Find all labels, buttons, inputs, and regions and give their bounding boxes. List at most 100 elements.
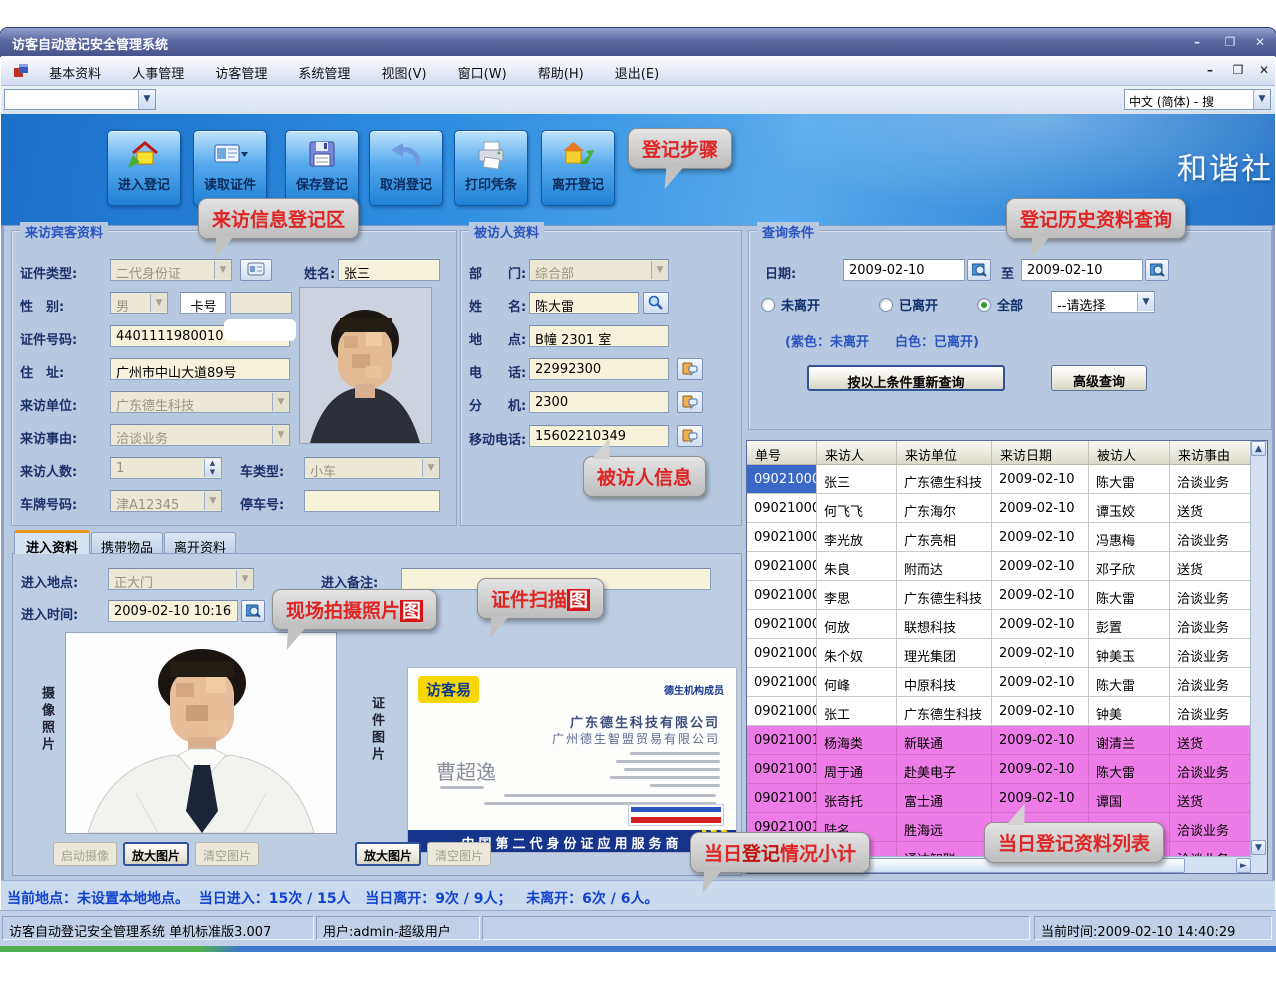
search-person-button[interactable]	[643, 292, 669, 314]
table-row[interactable]: 090210004朱良附而达2009-02-10邓子欣送货	[747, 552, 1251, 581]
table-cell: 送货	[1170, 726, 1251, 755]
ext-label: 分 机:	[469, 395, 526, 414]
visitor-name-field[interactable]: 张三	[338, 259, 440, 281]
calendar-picker-icon[interactable]	[1145, 259, 1169, 281]
entry-time-field[interactable]: 2009-02-10 10:16	[108, 600, 238, 622]
start-camera-button[interactable]: 启动摄像	[53, 842, 117, 866]
filter-select[interactable]: --请选择▼	[1051, 291, 1155, 313]
plate-select[interactable]: 津A12345▼	[110, 490, 222, 512]
table-cell: 2009-02-10	[992, 755, 1089, 784]
parking-field[interactable]	[304, 490, 440, 512]
vehicle-type-select[interactable]: 小车▼	[304, 457, 440, 479]
col-header-company[interactable]: 来访单位	[897, 441, 992, 464]
card-no-field[interactable]	[230, 292, 292, 314]
menu-visitor[interactable]: 访客管理	[202, 56, 280, 86]
menu-view[interactable]: 视图(V)	[369, 56, 440, 86]
menu-exit[interactable]: 退出(E)	[602, 56, 672, 86]
col-header-id[interactable]: 单号	[747, 441, 817, 464]
phone-field[interactable]: 22992300	[529, 358, 669, 380]
menu-hr[interactable]: 人事管理	[119, 56, 197, 86]
table-row[interactable]: 090210002何飞飞广东海尔2009-02-10谭玉姣送货	[747, 494, 1251, 523]
table-cell: 090210005	[747, 581, 817, 610]
mdi-close-icon[interactable]: ✕	[1253, 63, 1275, 79]
col-header-date[interactable]: 来访日期	[992, 441, 1089, 464]
menu-window[interactable]: 窗口(W)	[445, 56, 520, 86]
mdi-minimize-icon[interactable]: –	[1199, 63, 1221, 79]
gender-select[interactable]: 男▼	[110, 292, 168, 314]
scroll-up-icon[interactable]: ▲	[1251, 441, 1266, 456]
calendar-picker-icon[interactable]	[241, 600, 265, 622]
radio-all[interactable]: 全部	[977, 295, 1023, 314]
zoom-photo-button[interactable]: 放大图片	[123, 842, 189, 866]
id-type-select[interactable]: 二代身份证▼	[110, 259, 232, 281]
date-from-field[interactable]: 2009-02-10	[843, 259, 965, 281]
dept-select[interactable]: 综合部▼	[529, 259, 669, 281]
visit-reason-select[interactable]: 洽谈业务▼	[110, 424, 290, 446]
mdi-restore-icon[interactable]: ❐	[1227, 63, 1249, 79]
table-row[interactable]: 090210005李思广东德生科技2009-02-10陈大雷洽谈业务	[747, 581, 1251, 610]
tab-carried-items[interactable]: 携带物品	[91, 532, 163, 554]
table-row[interactable]: 090210009张工广东德生科技2009-02-10钟美洽谈业务	[747, 697, 1251, 726]
chevron-down-icon[interactable]: ▼	[1253, 90, 1270, 109]
table-row[interactable]: 090210010杨海类新联通2009-02-10谢清兰送货	[747, 726, 1251, 755]
dial-ext-button[interactable]	[677, 391, 703, 413]
scroll-right-icon[interactable]: ►	[1236, 858, 1251, 873]
ext-field[interactable]: 2300	[529, 391, 669, 413]
col-header-reason[interactable]: 来访事由	[1170, 441, 1251, 464]
language-combo[interactable]: 中文 (简体) - 搜 ▼	[1124, 89, 1271, 110]
table-row[interactable]: 090210007朱个奴理光集团2009-02-10钟美玉洽谈业务	[747, 639, 1251, 668]
date-to-field[interactable]: 2009-02-10	[1021, 259, 1143, 281]
visit-company-select[interactable]: 广东德生科技▼	[110, 391, 290, 413]
table-row[interactable]: 090210006何放联想科技2009-02-10彭置洽谈业务	[747, 610, 1251, 639]
table-row[interactable]: 090210011周于通赴美电子2009-02-10陈大雷洽谈业务	[747, 755, 1251, 784]
address-field[interactable]: 广州市中山大道89号	[110, 358, 290, 380]
table-cell: 2009-02-10	[992, 465, 1089, 494]
tab-leave-info[interactable]: 离开资料	[164, 532, 236, 554]
restore-icon[interactable]: ❐	[1218, 35, 1242, 50]
menu-help[interactable]: 帮助(H)	[525, 56, 597, 86]
requery-button[interactable]: 按以上条件重新查询	[807, 365, 1005, 391]
dial-phone-button[interactable]	[677, 358, 703, 380]
table-row[interactable]: 090210008何峰中原科技2009-02-10陈大雷洽谈业务	[747, 668, 1251, 697]
read-card-button[interactable]: 读取证件	[193, 130, 267, 206]
print-slip-button[interactable]: 打印凭条	[454, 130, 528, 206]
table-row[interactable]: 090210001张三广东德生科技2009-02-10陈大雷洽谈业务	[747, 465, 1251, 494]
dial-mobile-button[interactable]	[677, 425, 703, 447]
advanced-query-button[interactable]: 高级查询	[1051, 365, 1147, 391]
table-row[interactable]: 090210003李光放广东亮相2009-02-10冯惠梅洽谈业务	[747, 523, 1251, 552]
menu-system[interactable]: 系统管理	[285, 56, 363, 86]
enter-register-button[interactable]: 进入登记	[107, 130, 181, 206]
close-icon[interactable]: ✕	[1248, 35, 1272, 50]
interviewee-name-field[interactable]: 陈大雷	[529, 292, 639, 314]
spinner-icon[interactable]: ▲▼	[204, 459, 220, 477]
table-cell: 洽谈业务	[1170, 610, 1251, 639]
people-count-stepper[interactable]: 1▲▼	[110, 457, 222, 479]
scroll-down-icon[interactable]: ▼	[1251, 840, 1266, 855]
tab-entry-info[interactable]: 进入资料	[14, 530, 90, 554]
col-header-host[interactable]: 被访人	[1089, 441, 1170, 464]
vertical-scrollbar[interactable]: ▲ ▼	[1250, 441, 1267, 873]
menu-basic-data[interactable]: 基本资料	[36, 56, 114, 86]
id-number-label: 证件号码:	[20, 329, 77, 348]
table-row[interactable]: 090210012张奇托富士通2009-02-10谭国送货	[747, 784, 1251, 813]
color-legend: (紫色：未离开 白色：已离开)	[785, 331, 979, 350]
quick-select-combo[interactable]: ▼	[4, 89, 156, 110]
save-register-button[interactable]: 保存登记	[285, 130, 359, 206]
entry-location-select[interactable]: 正大门▼	[108, 568, 254, 590]
radio-not-left[interactable]: 未离开	[761, 295, 820, 314]
location-field[interactable]: B幢 2301 室	[529, 325, 669, 347]
col-header-visitor[interactable]: 来访人	[817, 441, 897, 464]
calendar-picker-icon[interactable]	[967, 259, 991, 281]
table-cell: 朱个奴	[817, 639, 897, 668]
clear-photo-button[interactable]: 清空图片	[195, 842, 259, 866]
cancel-register-button[interactable]: 取消登记	[369, 130, 443, 206]
zoom-scan-button[interactable]: 放大图片	[355, 842, 421, 866]
title-bar[interactable]: 访客自动登记安全管理系统 – ❐ ✕	[0, 28, 1276, 56]
radio-left[interactable]: 已离开	[879, 295, 938, 314]
chevron-down-icon: ▼	[272, 426, 289, 444]
read-id-card-button[interactable]	[240, 259, 272, 281]
minimize-icon[interactable]: –	[1185, 35, 1209, 50]
clear-scan-button[interactable]: 清空图片	[427, 842, 491, 866]
leave-register-button[interactable]: 离开登记	[541, 130, 615, 206]
chevron-down-icon[interactable]: ▼	[138, 90, 155, 109]
